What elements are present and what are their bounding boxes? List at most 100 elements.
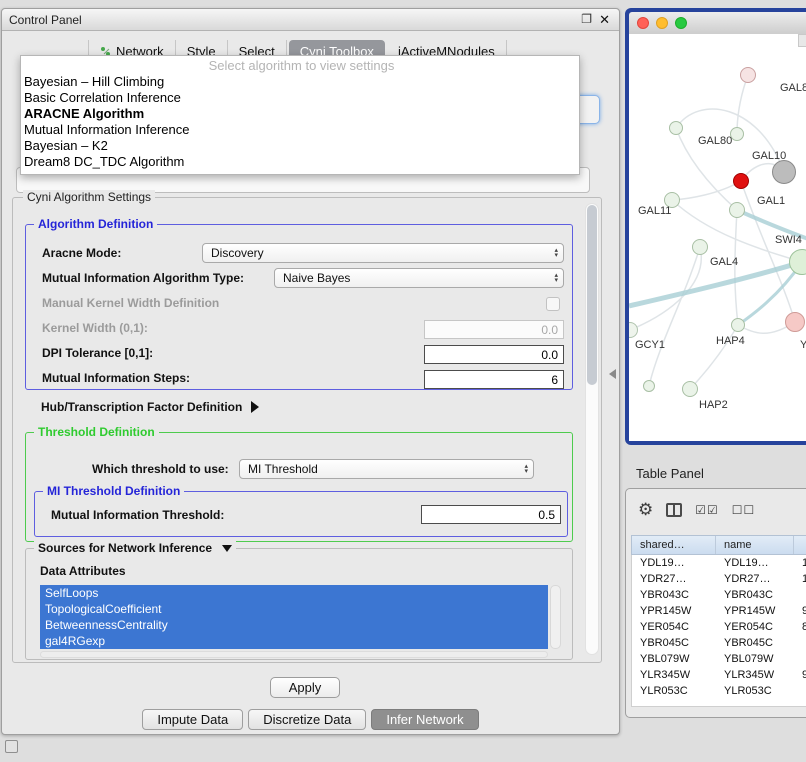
graph-node[interactable] bbox=[731, 318, 745, 332]
aracne-mode-select[interactable]: Discovery ▴▾ bbox=[202, 243, 564, 263]
sources-title[interactable]: Sources for Network Inference bbox=[34, 541, 236, 555]
manual-kernel-width-checkbox[interactable] bbox=[546, 297, 560, 311]
control-panel-titlebar[interactable]: Control Panel ❐ ✕ bbox=[2, 9, 619, 31]
table-cell: 9. bbox=[794, 669, 806, 681]
bottom-tab-discretize-data[interactable]: Discretize Data bbox=[248, 709, 366, 730]
graph-node[interactable] bbox=[682, 381, 698, 397]
which-threshold-select[interactable]: MI Threshold ▴▾ bbox=[239, 459, 534, 479]
graph-node[interactable] bbox=[669, 121, 683, 135]
network-canvas[interactable]: GAL8GAL80GAL10GAL11GAL1SWI4GAL4GCY1HAP4H… bbox=[629, 34, 806, 441]
graph-node[interactable] bbox=[643, 380, 655, 392]
collapsed-panel-icon[interactable] bbox=[5, 740, 18, 753]
settings-scrollbar-thumb[interactable] bbox=[587, 205, 597, 385]
dropdown-item-aracne-algorithm[interactable]: ARACNE Algorithm bbox=[21, 106, 579, 122]
table-cell: YPR145W bbox=[632, 605, 716, 617]
dropdown-item-bayesian-k2[interactable]: Bayesian – K2 bbox=[21, 138, 579, 154]
graph-node[interactable] bbox=[772, 160, 796, 184]
which-threshold-label: Which threshold to use: bbox=[92, 462, 229, 476]
table-cell: YDL19… bbox=[632, 557, 716, 569]
threshold-definition-box: Threshold Definition Which threshold to … bbox=[25, 432, 573, 542]
node-label-y: Y bbox=[800, 339, 806, 351]
manual-kernel-width-label: Manual Kernel Width Definition bbox=[42, 296, 219, 310]
table-row[interactable]: YLR053CYLR053C bbox=[632, 683, 806, 699]
apply-button[interactable]: Apply bbox=[270, 677, 340, 698]
node-table: shared…name YDL19…YDL19…13YDR27…YDR27…12… bbox=[631, 535, 806, 707]
dropdown-item-bayesian-hill-climbing[interactable]: Bayesian – Hill Climbing bbox=[21, 74, 579, 90]
table-cell: YBR043C bbox=[716, 589, 794, 601]
bottom-tab-infer-network[interactable]: Infer Network bbox=[371, 709, 478, 730]
dropdown-item-dream8-dc-tdc-algorithm[interactable]: Dream8 DC_TDC Algorithm bbox=[21, 154, 579, 170]
node-label-gal4: GAL4 bbox=[710, 256, 738, 268]
dropdown-item-mutual-information-inference[interactable]: Mutual Information Inference bbox=[21, 122, 579, 138]
table-row[interactable]: YDL19…YDL19…13 bbox=[632, 555, 806, 571]
table-header-row: shared…name bbox=[631, 535, 806, 555]
mi-steps-input[interactable] bbox=[424, 370, 564, 389]
zoom-traffic-light-icon[interactable] bbox=[675, 17, 687, 29]
combo-arrows-icon: ▴▾ bbox=[524, 464, 528, 474]
node-label-gal8: GAL8 bbox=[780, 82, 806, 94]
node-label-gal1: GAL1 bbox=[757, 195, 785, 207]
settings-scrollbar[interactable] bbox=[585, 203, 599, 655]
table-cell: YER054C bbox=[716, 621, 794, 633]
table-cell: YDR27… bbox=[632, 573, 716, 585]
table-cell: YBL079W bbox=[716, 653, 794, 665]
close-traffic-light-icon[interactable] bbox=[637, 17, 649, 29]
columns-icon[interactable] bbox=[666, 503, 682, 517]
mi-threshold-input[interactable] bbox=[421, 505, 561, 524]
network-window-titlebar[interactable] bbox=[629, 12, 806, 34]
hub-transcription-factor-section[interactable]: Hub/Transcription Factor Definition bbox=[41, 400, 259, 414]
gear-icon[interactable]: ⚙ bbox=[638, 501, 653, 518]
expand-down-icon bbox=[222, 545, 232, 552]
dropdown-item-basic-correlation-inference[interactable]: Basic Correlation Inference bbox=[21, 90, 579, 106]
table-row[interactable]: YER054CYER054C8. bbox=[632, 619, 806, 635]
table-row[interactable]: YLR345WYLR345W9. bbox=[632, 667, 806, 683]
select-all-checks-icon[interactable]: ☑☑ bbox=[695, 503, 719, 517]
canvas-scrollbar-stub[interactable] bbox=[798, 34, 806, 47]
column-header-shared[interactable]: shared… bbox=[632, 536, 716, 554]
attribute-item-selfloops[interactable]: SelfLoops bbox=[40, 585, 548, 601]
attributes-list-vscrollbar[interactable] bbox=[550, 585, 561, 649]
table-row[interactable]: YDR27…YDR27…12 bbox=[632, 571, 806, 587]
mi-algorithm-type-value: Naive Bayes bbox=[283, 271, 350, 285]
graph-node[interactable] bbox=[692, 239, 708, 255]
table-cell: YDL19… bbox=[716, 557, 794, 569]
deselect-all-checks-icon[interactable]: ☐☐ bbox=[732, 503, 756, 517]
attribute-item-topologicalcoefficient[interactable]: TopologicalCoefficient bbox=[40, 601, 548, 617]
algorithm-dropdown-popup: Select algorithm to view settingsBayesia… bbox=[20, 55, 580, 175]
dropdown-placeholder: Select algorithm to view settings bbox=[21, 58, 579, 74]
sources-title-text: Sources for Network Inference bbox=[38, 541, 212, 555]
node-label-hap4: HAP4 bbox=[716, 335, 745, 347]
table-row[interactable]: YBR043CYBR043C bbox=[632, 587, 806, 603]
minimize-traffic-light-icon[interactable] bbox=[656, 17, 668, 29]
table-row[interactable]: YBR045CYBR045C bbox=[632, 635, 806, 651]
graph-node[interactable] bbox=[729, 202, 745, 218]
sources-box: Sources for Network Inference Data Attri… bbox=[25, 548, 573, 660]
splitter-collapse-icon[interactable] bbox=[609, 369, 616, 379]
hub-section-label: Hub/Transcription Factor Definition bbox=[41, 400, 242, 414]
attributes-list-hscrollbar[interactable] bbox=[40, 651, 548, 658]
table-cell: YER054C bbox=[632, 621, 716, 633]
table-row[interactable]: YPR145WYPR145W9. bbox=[632, 603, 806, 619]
table-panel-window: ⚙ ☑☑ ☐☐ shared…name YDL19…YDL19…13YDR27…… bbox=[625, 488, 806, 718]
column-header-name[interactable]: name bbox=[716, 536, 794, 554]
table-cell: YLR345W bbox=[716, 669, 794, 681]
attribute-item-betweennesscentrality[interactable]: BetweennessCentrality bbox=[40, 617, 548, 633]
graph-node[interactable] bbox=[785, 312, 805, 332]
attribute-item-gal4rgexp[interactable]: gal4RGexp bbox=[40, 633, 548, 649]
graph-node[interactable] bbox=[733, 173, 749, 189]
close-window-icon[interactable]: ✕ bbox=[599, 12, 610, 28]
desktop: Control Panel ❐ ✕ NetworkStyleSelectCyni… bbox=[0, 0, 806, 762]
kernel-width-input[interactable] bbox=[424, 320, 564, 339]
bottom-tab-impute-data[interactable]: Impute Data bbox=[142, 709, 243, 730]
table-panel-title: Table Panel bbox=[636, 466, 704, 481]
table-row[interactable]: YBL079WYBL079W bbox=[632, 651, 806, 667]
graph-node[interactable] bbox=[740, 67, 756, 83]
table-cell: YPR145W bbox=[716, 605, 794, 617]
table-cell: YLR345W bbox=[632, 669, 716, 681]
dpi-tolerance-input[interactable] bbox=[424, 345, 564, 364]
mi-algorithm-type-select[interactable]: Naive Bayes ▴▾ bbox=[274, 268, 564, 288]
which-threshold-value: MI Threshold bbox=[248, 462, 318, 476]
float-window-icon[interactable]: ❐ bbox=[581, 12, 592, 26]
mi-algorithm-type-label: Mutual Information Algorithm Type: bbox=[42, 271, 244, 285]
column-header-col2[interactable] bbox=[794, 536, 806, 554]
